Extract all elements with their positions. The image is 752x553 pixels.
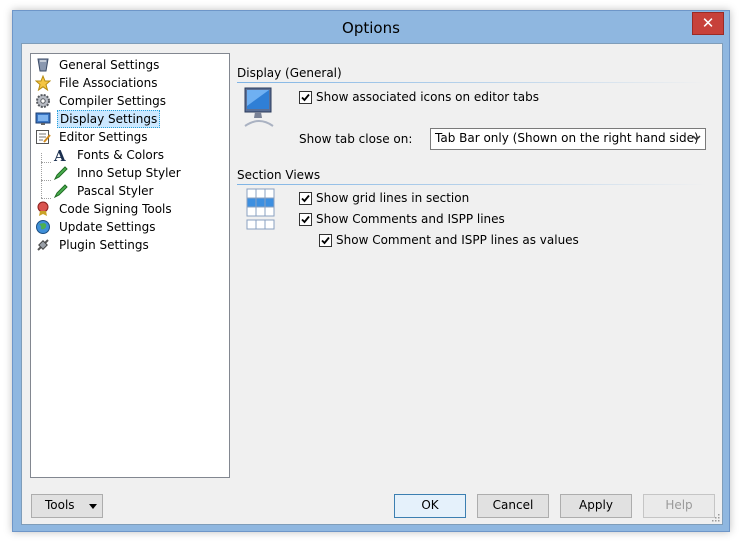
dropdown-arrow-icon (89, 504, 97, 509)
close-button[interactable]: ✕ (692, 12, 724, 35)
general-settings-icon (37, 58, 49, 72)
group-divider (237, 82, 707, 83)
gear-icon (36, 94, 50, 108)
resize-grip-icon[interactable] (710, 512, 720, 522)
tree-connector (41, 162, 51, 163)
svg-text:A: A (53, 147, 66, 163)
seal-icon (37, 201, 49, 216)
tab-close-value: Tab Bar only (Shown on the right hand si… (435, 131, 699, 145)
comments-values-checkbox[interactable] (319, 234, 332, 247)
tab-close-select[interactable]: Tab Bar only (Shown on the right hand si… (430, 128, 706, 150)
comments-checkbox[interactable] (299, 213, 312, 226)
help-button: Help (643, 494, 715, 518)
display-monitor-icon (244, 87, 274, 127)
tree-connector (41, 180, 51, 181)
editor-icon (36, 130, 51, 144)
group-divider (237, 184, 707, 185)
tab-close-label: Show tab close on: (299, 132, 413, 146)
display-general-title: Display (General) (237, 66, 342, 80)
section-views-title: Section Views (237, 168, 321, 182)
show-icons-checkbox[interactable] (299, 91, 312, 104)
grid-lines-icon (246, 188, 275, 230)
tree-connector (41, 198, 51, 199)
options-window: Options ✕ General Settings File Associat… (12, 10, 730, 532)
ok-button[interactable]: OK (394, 494, 466, 518)
settings-tree[interactable]: General Settings File Associations Compi… (30, 53, 230, 478)
apply-button[interactable]: Apply (560, 494, 632, 518)
chevron-down-icon (692, 135, 701, 141)
monitor-icon (35, 112, 51, 125)
tools-button-label: Tools (45, 498, 75, 512)
pen-icon (53, 166, 68, 181)
cancel-button[interactable]: Cancel (477, 494, 549, 518)
tools-button[interactable]: Tools (31, 494, 103, 518)
window-title: Options (342, 19, 400, 37)
plug-icon (37, 239, 49, 251)
title-bar[interactable]: Options (13, 11, 729, 43)
pen-icon (53, 184, 68, 199)
dialog-client: General Settings File Associations Compi… (21, 43, 723, 525)
star-icon (35, 75, 51, 91)
font-icon: A (53, 147, 66, 163)
globe-icon (36, 220, 50, 234)
tree-connector (41, 153, 42, 198)
grid-lines-checkbox[interactable] (299, 192, 312, 205)
